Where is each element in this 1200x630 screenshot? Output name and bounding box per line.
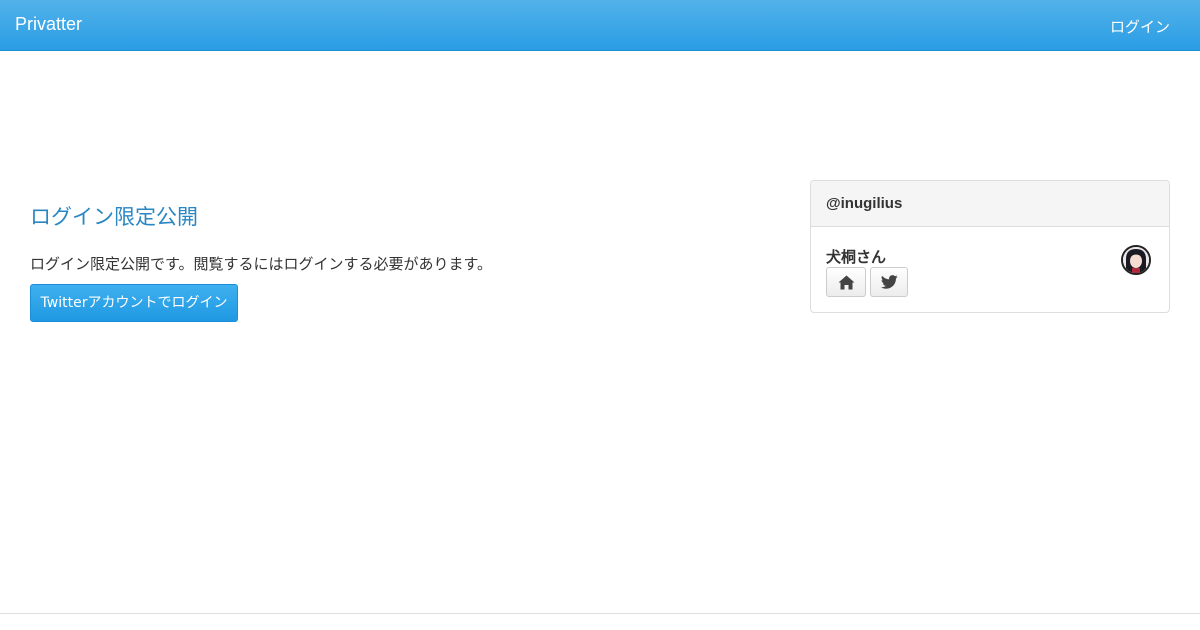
profile-card: @inugilius 犬桐さん	[810, 180, 1170, 313]
profile-display-name: 犬桐さん	[826, 248, 887, 266]
home-button[interactable]	[826, 267, 866, 297]
profile-avatar	[1121, 245, 1151, 275]
twitter-profile-button[interactable]	[870, 267, 908, 297]
profile-handle: @inugilius	[826, 195, 903, 212]
brand-logo-link[interactable]: Privatter	[15, 14, 82, 35]
nav-login-link[interactable]: ログイン	[1110, 16, 1170, 37]
twitter-login-button[interactable]: Twitterアカウントでログイン	[30, 284, 238, 322]
restriction-message: ログイン限定公開です。閲覧するにはログインする必要があります。	[30, 255, 493, 273]
page-title: ログイン限定公開	[30, 205, 198, 229]
home-icon	[838, 275, 854, 289]
footer-divider	[0, 613, 1200, 614]
top-navbar: Privatter ログイン	[0, 0, 1200, 51]
twitter-icon	[880, 275, 898, 289]
